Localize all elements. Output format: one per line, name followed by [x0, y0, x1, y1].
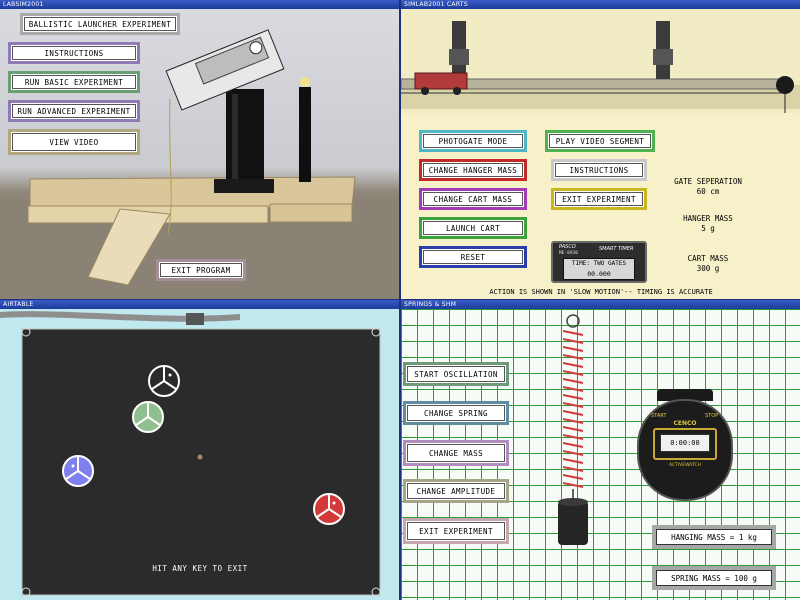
window-title: SIMLAB2001 CARTS [401, 0, 800, 9]
experiment-title-button[interactable]: BALLISTIC LAUNCHER EXPERIMENT [20, 13, 180, 35]
stopwatch-start-label[interactable]: START [651, 413, 666, 419]
photogate-mode-button[interactable]: PHOTOGATE MODE [419, 130, 527, 152]
timer-display: TIME: TWO GATES 00.000 [563, 258, 635, 280]
springs-exit-experiment-button[interactable]: EXIT EXPERIMENT [403, 518, 509, 544]
ballistic-window: LABSIM2001 BALLISTIC LAUNCHER EXPERIMENT… [0, 0, 399, 299]
window-title: LABSIM2001 [0, 0, 399, 9]
cart-window: SIMLAB2001 CARTS PHOTOGATE MODE CHANGE H… [401, 0, 800, 299]
puck-red[interactable] [312, 492, 346, 526]
cart-instructions-button[interactable]: INSTRUCTIONS [551, 159, 647, 181]
hanging-mass-readout: HANGING MASS = 1 kg [652, 525, 776, 549]
stopwatch-model: ACTIVEWATCH [668, 463, 702, 468]
cart-mass: CART MASS 300 g [663, 254, 753, 274]
change-cart-mass-button[interactable]: CHANGE CART MASS [419, 188, 527, 210]
hanger-mass-value: 5 g [701, 224, 715, 233]
change-spring-button[interactable]: CHANGE SPRING [403, 401, 509, 425]
timer-value: 00.000 [587, 270, 611, 278]
springs-pane: START OSCILLATION CHANGE SPRING CHANGE M… [401, 309, 800, 600]
hanger-mass-label: HANGER MASS [683, 214, 733, 223]
airtable-pane: HIT ANY KEY TO EXIT [0, 309, 399, 600]
timer-brand: PASCO [559, 244, 576, 250]
exit-experiment-button[interactable]: EXIT EXPERIMENT [551, 188, 647, 210]
airtable-window: AIRTABLE HIT ANY KEY TO EXIT [0, 300, 399, 600]
window-title: AIRTABLE [0, 300, 399, 309]
puck-white[interactable] [147, 364, 181, 398]
stopwatch: START STOP CENCO 0:00:00 ACTIVEWATCH [637, 389, 733, 509]
ballistic-scene: BALLISTIC LAUNCHER EXPERIMENT INSTRUCTIO… [0, 9, 399, 299]
window-title: SPRINGS & SHM [401, 300, 800, 309]
change-amplitude-button[interactable]: CHANGE AMPLITUDE [403, 479, 509, 503]
gate-separation-label: GATE SEPERATION [674, 177, 742, 186]
airtable-board [0, 311, 381, 597]
track-scene [401, 9, 800, 113]
spring-mass-assembly [558, 314, 588, 545]
hanger-mass: HANGER MASS 5 g [663, 214, 753, 234]
slow-motion-note: ACTION IS SHOWN IN 'SLOW MOTION'-- TIMIN… [489, 288, 713, 296]
springs-window: SPRINGS & SHM START OSCILLATION CHANGE S… [401, 300, 800, 600]
gate-separation: GATE SEPERATION 60 cm [663, 177, 753, 197]
spring-mass-readout: SPRING MASS = 100 g [652, 566, 776, 590]
play-video-segment-button[interactable]: PLAY VIDEO SEGMENT [545, 130, 655, 152]
puck-green[interactable] [131, 400, 165, 434]
reset-button[interactable]: RESET [419, 246, 527, 268]
stopwatch-brand: CENCO [673, 420, 697, 427]
timer-name: SMART TIMER [599, 246, 634, 252]
cart-pane: PHOTOGATE MODE CHANGE HANGER MASS CHANGE… [401, 9, 800, 299]
exit-program-button[interactable]: EXIT PROGRAM [156, 259, 246, 281]
smart-timer: PASCO ME-8930 SMART TIMER TIME: TWO GATE… [551, 241, 647, 283]
change-mass-button[interactable]: CHANGE MASS [403, 440, 509, 466]
stopwatch-stop-label[interactable]: STOP [705, 413, 718, 419]
gate-separation-value: 60 cm [696, 187, 720, 196]
run-basic-experiment-button[interactable]: RUN BASIC EXPERIMENT [8, 71, 140, 93]
launch-cart-button[interactable]: LAUNCH CART [419, 217, 527, 239]
start-oscillation-button[interactable]: START OSCILLATION [403, 362, 509, 386]
exit-hint: HIT ANY KEY TO EXIT [152, 564, 248, 573]
puck-blue[interactable] [61, 454, 95, 488]
view-video-button[interactable]: VIEW VIDEO [8, 129, 140, 155]
cart-mass-label: CART MASS [687, 254, 729, 263]
change-hanger-mass-button[interactable]: CHANGE HANGER MASS [419, 159, 527, 181]
stopwatch-display: 0:00:00 [660, 434, 710, 452]
instructions-button[interactable]: INSTRUCTIONS [8, 42, 140, 64]
timer-model: ME-8930 [559, 251, 578, 256]
run-advanced-experiment-button[interactable]: RUN ADVANCED EXPERIMENT [8, 100, 140, 122]
timer-mode: TIME: TWO GATES [571, 260, 627, 267]
cart-mass-value: 300 g [696, 264, 720, 273]
